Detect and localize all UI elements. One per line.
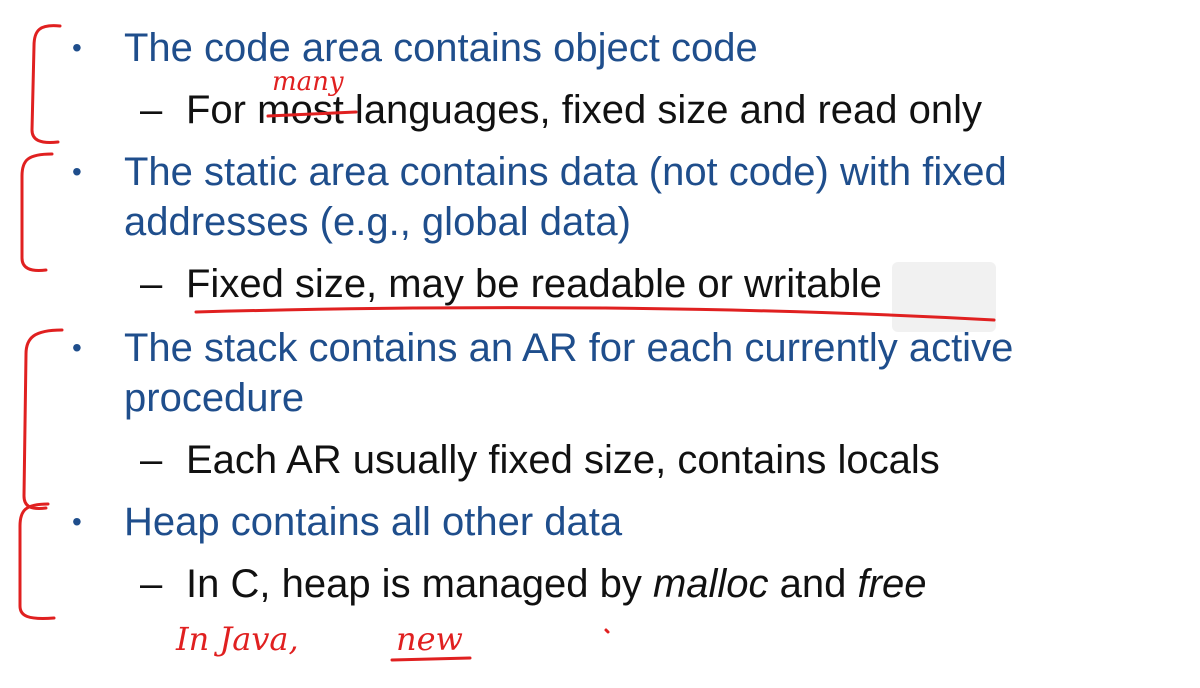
slide: • The code area contains object code – F…: [0, 0, 1200, 688]
sub-dash: –: [140, 438, 163, 482]
bullet-dot: •: [72, 332, 82, 363]
ink-dot: [604, 628, 610, 634]
bullet-text: The code area contains object code: [124, 26, 758, 70]
annotation-new: new: [396, 620, 463, 658]
video-play-overlay: [892, 262, 996, 332]
bracket-2: [20, 152, 54, 272]
free-word: free: [857, 562, 927, 606]
sub-text: In C, heap is managed by malloc and free: [186, 560, 926, 608]
sub-dash: –: [140, 262, 163, 306]
sub-text: Each AR usually fixed size, contains loc…: [186, 438, 940, 482]
bullet-text: The stack contains an AR for each curren…: [124, 326, 1014, 370]
bullet-text: addresses (e.g., global data): [124, 200, 631, 244]
sub-text: Fixed size, may be readable or writable: [186, 262, 882, 306]
bullet-dot: •: [72, 506, 82, 537]
bullet-text: The static area contains data (not code)…: [124, 150, 1007, 194]
bullet-dot: •: [72, 156, 82, 187]
sub-text-part: For: [186, 88, 258, 132]
sub-text-part: and: [768, 562, 858, 606]
sub-text-part: languages, fixed size and read only: [343, 88, 983, 132]
sub-dash: –: [140, 88, 163, 132]
bracket-3: [22, 328, 64, 510]
sub-text-part: In C, heap is managed by: [186, 562, 653, 606]
sub-text: For most languages, fixed size and read …: [186, 86, 982, 134]
struck-word-most: most: [257, 88, 344, 132]
sub-dash: –: [140, 562, 163, 606]
bullet-text: Heap contains all other data: [124, 500, 623, 544]
bracket-4: [18, 502, 56, 620]
underline-fixed-size: [194, 306, 996, 322]
malloc-word: malloc: [652, 562, 769, 606]
bullet-text: procedure: [124, 376, 305, 420]
bracket-1: [30, 24, 62, 144]
bullet-dot: •: [72, 32, 82, 63]
annotation-java: In Java,: [175, 620, 299, 658]
underline-new: [390, 656, 472, 662]
